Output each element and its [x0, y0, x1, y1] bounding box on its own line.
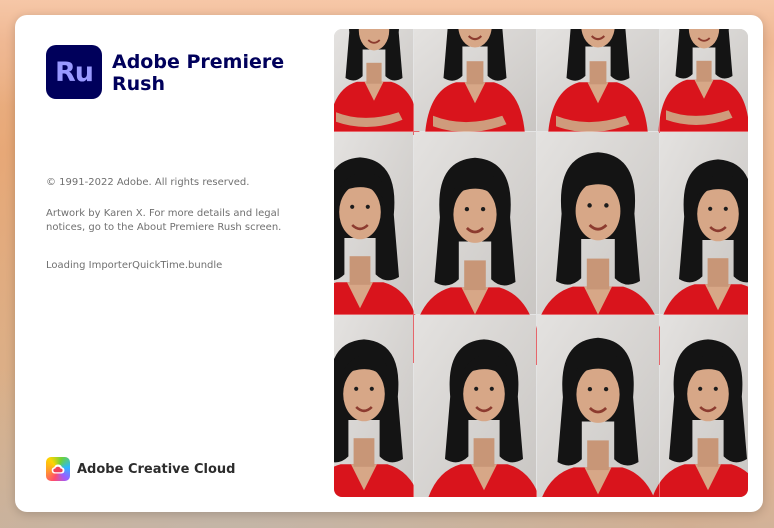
artwork-photo-grid [334, 29, 748, 497]
photo-tile-1 [334, 29, 421, 136]
photo-tile-2 [414, 29, 536, 143]
artwork-credit-text: Artwork by Karen X. For more details and… [46, 208, 282, 233]
photo-tile-9 [334, 315, 428, 497]
splash-artwork [334, 29, 748, 497]
photo-tile-12 [644, 315, 748, 497]
splash-screen: Ru Adobe Premiere Rush © 1991-2022 Adobe… [15, 15, 763, 512]
logo-text: Ru [54, 56, 94, 88]
creative-cloud-branding: Adobe Creative Cloud [46, 457, 235, 481]
premiere-rush-logo-icon: Ru [46, 45, 102, 99]
copyright-text: © 1991-2022 Adobe. All rights reserved. [46, 177, 250, 188]
photo-tile-10 [414, 315, 548, 497]
photo-tile-4 [657, 29, 748, 134]
creative-cloud-icon [46, 457, 70, 481]
loading-status-text: Loading ImporterQuickTime.bundle [46, 260, 223, 271]
app-title-line2: Rush [112, 73, 165, 95]
app-title: Adobe Premiere Rush [112, 51, 302, 95]
creative-cloud-label: Adobe Creative Cloud [77, 461, 236, 477]
app-title-line1: Adobe Premiere [112, 51, 285, 73]
photo-tile-3 [537, 29, 659, 143]
photo-tile-11 [531, 315, 665, 497]
